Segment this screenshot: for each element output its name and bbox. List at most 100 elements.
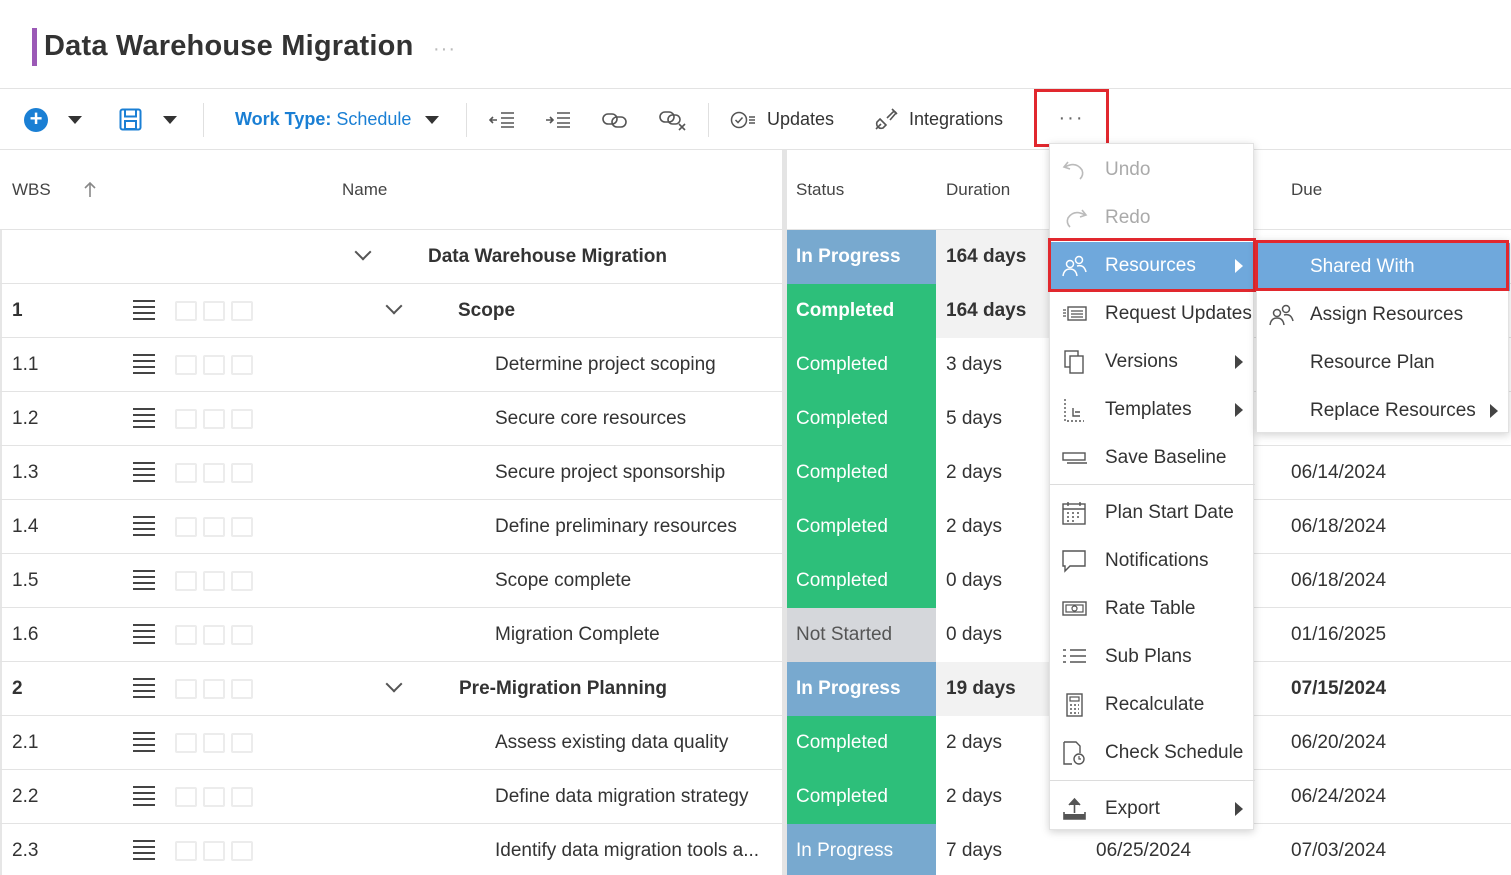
status-badge[interactable]: In Progress (786, 824, 936, 875)
row-menu-icon[interactable] (133, 840, 155, 860)
status-badge[interactable]: In Progress (786, 662, 936, 716)
save-button[interactable] (119, 89, 142, 150)
add-button[interactable]: + (24, 89, 48, 150)
row-menu-icon[interactable] (133, 732, 155, 752)
task-name[interactable]: Determine project scoping (495, 338, 716, 392)
comment-icon[interactable] (203, 679, 225, 699)
menu-item-request-updates[interactable]: Request Updates (1050, 290, 1255, 338)
status-badge[interactable]: Completed (786, 716, 936, 770)
note-icon[interactable] (175, 841, 197, 861)
task-name[interactable]: Scope complete (495, 554, 631, 608)
attachment-icon[interactable] (231, 301, 253, 321)
status-badge[interactable]: Completed (786, 284, 936, 338)
task-name[interactable]: Secure project sponsorship (495, 446, 725, 500)
indent-button[interactable] (545, 89, 571, 150)
comment-icon[interactable] (203, 355, 225, 375)
duration-cell[interactable]: 19 days (936, 662, 1051, 716)
menu-item-versions[interactable]: Versions (1050, 338, 1255, 386)
attachment-icon[interactable] (231, 409, 253, 429)
menu-item-plan-start-date[interactable]: Plan Start Date (1050, 489, 1255, 537)
menu-item-templates[interactable]: Templates (1050, 386, 1255, 434)
outdent-button[interactable] (489, 89, 515, 150)
note-icon[interactable] (175, 355, 197, 375)
attachment-icon[interactable] (231, 625, 253, 645)
menu-item-check-schedule[interactable]: Check Schedule (1050, 729, 1255, 777)
attachment-icon[interactable] (231, 463, 253, 483)
row-menu-icon[interactable] (133, 570, 155, 590)
column-header-duration[interactable]: Duration (946, 180, 1010, 200)
chevron-down-icon[interactable] (385, 297, 403, 315)
submenu-item-resource-plan[interactable]: Resource Plan (1257, 339, 1510, 387)
duration-cell[interactable]: 164 days (936, 284, 1051, 338)
attachment-icon[interactable] (231, 679, 253, 699)
duration-cell[interactable]: 0 days (936, 608, 1051, 662)
note-icon[interactable] (175, 463, 197, 483)
submenu-item-assign-resources[interactable]: Assign Resources (1257, 291, 1510, 339)
note-icon[interactable] (175, 787, 197, 807)
due-date-cell[interactable]: 06/14/2024 (1291, 446, 1386, 500)
add-dropdown-button[interactable] (68, 89, 82, 150)
comment-icon[interactable] (203, 409, 225, 429)
row-menu-icon[interactable] (133, 354, 155, 374)
status-badge[interactable]: In Progress (786, 230, 936, 284)
row-menu-icon[interactable] (133, 462, 155, 482)
due-date-cell[interactable]: 07/03/2024 (1291, 824, 1386, 875)
column-header-status[interactable]: Status (796, 180, 844, 200)
duration-cell[interactable]: 2 days (936, 500, 1051, 554)
task-name[interactable]: Define data migration strategy (495, 770, 748, 824)
task-name[interactable]: Data Warehouse Migration (428, 230, 667, 284)
status-badge[interactable]: Completed (786, 770, 936, 824)
menu-item-export[interactable]: Export (1050, 785, 1255, 833)
row-menu-icon[interactable] (133, 624, 155, 644)
duration-cell[interactable]: 2 days (936, 770, 1051, 824)
table-row[interactable]: 1.3 Secure project sponsorship Completed… (0, 446, 1511, 500)
note-icon[interactable] (175, 733, 197, 753)
task-name[interactable]: Secure core resources (495, 392, 686, 446)
status-badge[interactable]: Completed (786, 500, 936, 554)
task-name[interactable]: Identify data migration tools a... (495, 824, 759, 875)
save-dropdown-button[interactable] (163, 89, 177, 150)
column-header-due[interactable]: Due (1291, 180, 1322, 200)
due-date-cell[interactable]: 06/18/2024 (1291, 500, 1386, 554)
comment-icon[interactable] (203, 517, 225, 537)
note-icon[interactable] (175, 625, 197, 645)
duration-cell[interactable]: 0 days (936, 554, 1051, 608)
duration-cell[interactable]: 164 days (936, 230, 1051, 284)
link-button[interactable] (602, 89, 628, 150)
table-row[interactable]: 2 Pre-Migration Planning In Progress 19 … (0, 662, 1511, 716)
menu-item-sub-plans[interactable]: Sub Plans (1050, 633, 1255, 681)
menu-item-notifications[interactable]: Notifications (1050, 537, 1255, 585)
attachment-icon[interactable] (231, 517, 253, 537)
row-menu-icon[interactable] (133, 408, 155, 428)
comment-icon[interactable] (203, 787, 225, 807)
comment-icon[interactable] (203, 301, 225, 321)
pane-splitter[interactable] (782, 150, 787, 875)
table-row[interactable]: 2.1 Assess existing data quality Complet… (0, 716, 1511, 770)
comment-icon[interactable] (203, 571, 225, 591)
table-row[interactable]: 2.2 Define data migration strategy Compl… (0, 770, 1511, 824)
unlink-button[interactable] (659, 89, 687, 150)
due-date-cell[interactable]: 01/16/2025 (1291, 608, 1386, 662)
menu-item-undo[interactable]: Undo (1050, 146, 1255, 194)
duration-cell[interactable]: 7 days (936, 824, 1051, 875)
due-date-cell[interactable]: 06/18/2024 (1291, 554, 1386, 608)
attachment-icon[interactable] (231, 571, 253, 591)
note-icon[interactable] (175, 409, 197, 429)
duration-cell[interactable]: 2 days (936, 446, 1051, 500)
column-header-wbs[interactable]: WBS (12, 180, 51, 200)
duration-cell[interactable]: 3 days (936, 338, 1051, 392)
attachment-icon[interactable] (231, 787, 253, 807)
due-date-cell[interactable]: 06/24/2024 (1291, 770, 1386, 824)
duration-cell[interactable]: 5 days (936, 392, 1051, 446)
comment-icon[interactable] (203, 625, 225, 645)
note-icon[interactable] (175, 571, 197, 591)
chevron-down-icon[interactable] (354, 243, 372, 261)
more-actions-button[interactable]: ··· (1034, 89, 1109, 147)
comment-icon[interactable] (203, 463, 225, 483)
column-header-name[interactable]: Name (342, 180, 387, 200)
updates-button[interactable]: Updates (730, 89, 834, 150)
table-row[interactable]: 1.6 Migration Complete Not Started 0 day… (0, 608, 1511, 662)
sort-ascending-icon[interactable] (82, 181, 98, 199)
menu-item-redo[interactable]: Redo (1050, 194, 1255, 242)
row-menu-icon[interactable] (133, 300, 155, 320)
